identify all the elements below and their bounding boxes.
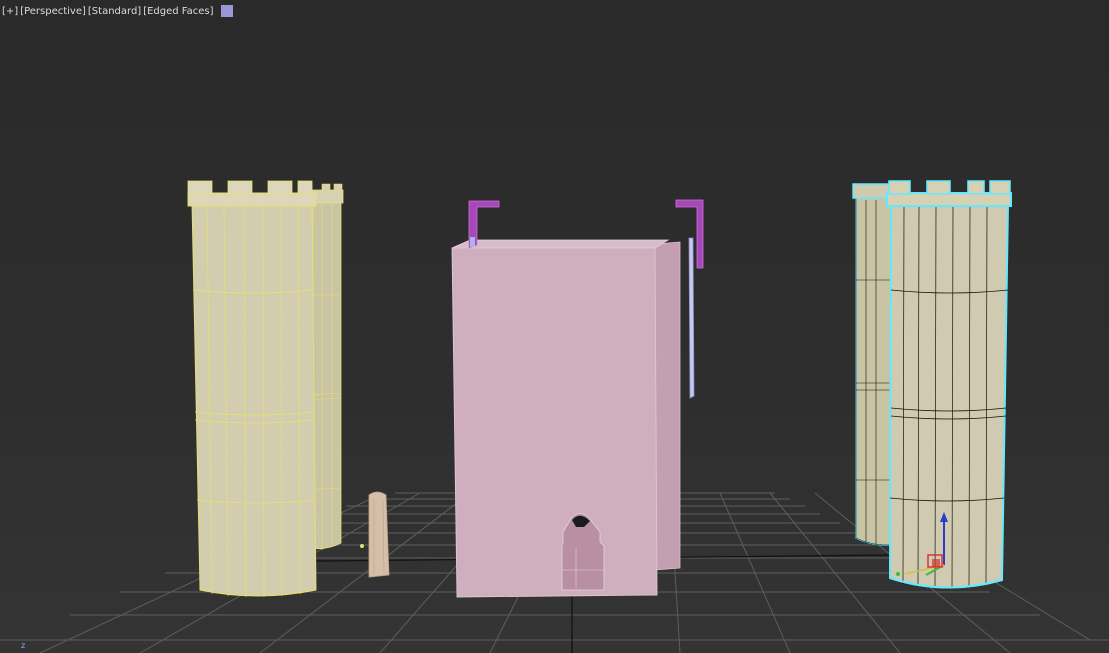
tower-right-back[interactable]	[852, 183, 896, 546]
viewport-color-swatch[interactable]	[220, 5, 233, 17]
tower-left-front[interactable]	[187, 180, 317, 598]
scene-canvas[interactable]	[0, 0, 1109, 653]
viewport-shading-mode[interactable]: [Standard]	[87, 6, 142, 17]
viewport-display-mode[interactable]: [Edged Faces]	[142, 6, 214, 17]
door-piece[interactable]	[360, 491, 390, 578]
gate-keep[interactable]	[451, 239, 681, 598]
viewport-point-of-view[interactable]: [Perspective]	[19, 6, 87, 17]
perspective-viewport[interactable]: [+] [Perspective] [Standard] [Edged Face…	[0, 0, 1109, 653]
axis-tripod-label: z	[21, 641, 26, 650]
viewport-label-bar: [+] [Perspective] [Standard] [Edged Face…	[1, 3, 233, 19]
tower-right-selected[interactable]	[886, 180, 1012, 589]
viewport-menu-plus[interactable]: [+]	[1, 6, 19, 17]
